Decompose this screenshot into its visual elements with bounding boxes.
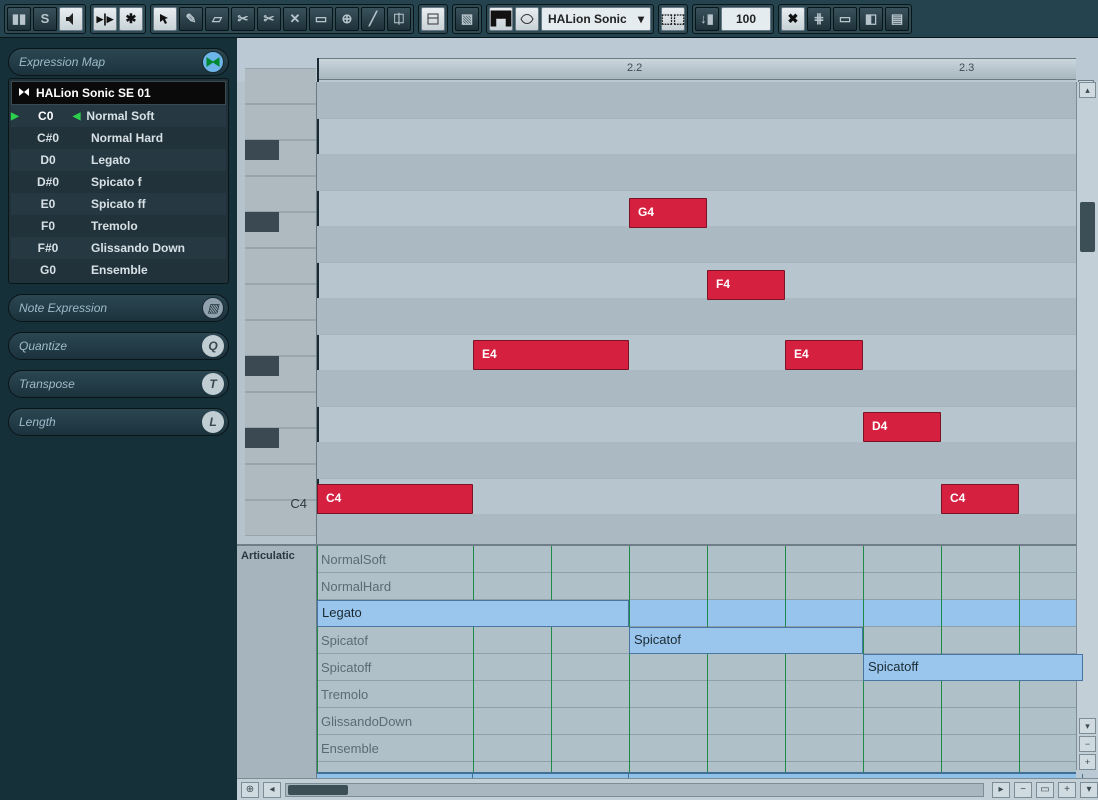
suspend-autoscroll-button[interactable]: ✱ — [119, 7, 143, 31]
articulation-row[interactable]: NormalHard — [317, 573, 1076, 600]
quantize-icon: Q — [202, 335, 224, 357]
horizontal-scrollbar[interactable]: ⊕ ◂ ▸ − ▭ + ▾ — [237, 778, 1098, 800]
midi-note[interactable]: C4 — [941, 484, 1019, 514]
articulation-row[interactable]: NormalSoft — [317, 546, 1076, 573]
transpose-icon: T — [202, 373, 224, 395]
scroll-down-button[interactable]: ▾ — [1079, 718, 1096, 734]
midi-note[interactable]: C4 — [317, 484, 473, 514]
length-icon: L — [202, 411, 224, 433]
mute-tool[interactable]: ✕ — [283, 7, 307, 31]
pointer-tool[interactable] — [153, 7, 177, 31]
erase-tool[interactable]: ▱ — [205, 7, 229, 31]
expression-map-title[interactable]: HALion Sonic SE 01 — [11, 81, 226, 105]
glue-tool[interactable]: ▭ — [309, 7, 333, 31]
insert-velocity-field[interactable]: 100 — [721, 7, 771, 31]
edit-active-part-button[interactable] — [515, 7, 539, 31]
ruler-mark: 2.2 — [627, 62, 642, 74]
articulation-lane: Articulatic NormalSoftNormalHardLegatoSp… — [237, 544, 1076, 786]
expression-map-row[interactable]: F#0Glissando Down — [11, 237, 226, 259]
acoustic-feedback-button[interactable] — [59, 7, 83, 31]
quantize-preset-button[interactable]: ▭ — [833, 7, 857, 31]
expression-map-header[interactable]: Expression Map — [8, 48, 229, 76]
midi-note[interactable]: F4 — [707, 270, 785, 300]
zoom-out-v-button[interactable]: − — [1079, 736, 1096, 752]
articulation-event[interactable]: Spicatof — [629, 627, 863, 654]
expression-map-row[interactable]: ▶C0◀Normal Soft — [11, 105, 226, 127]
insert-mode-button[interactable]: ⬚⬚ — [661, 7, 685, 31]
bowtie-icon[interactable] — [202, 51, 224, 73]
line-tool[interactable]: ╱ — [361, 7, 385, 31]
expression-map-row[interactable]: F0Tremolo — [11, 215, 226, 237]
split-tool[interactable]: ✂ — [257, 7, 281, 31]
piano-keyboard[interactable]: C4 — [237, 82, 317, 544]
auto-scroll-button[interactable]: ▸|▸ — [93, 7, 117, 31]
scroll-right-button[interactable]: ▸ — [992, 782, 1010, 798]
part-indicator[interactable]: ▛▜ — [489, 7, 513, 31]
show-info-button[interactable] — [421, 7, 445, 31]
midi-note[interactable]: E4 — [473, 340, 629, 370]
expression-map-row[interactable]: G0Ensemble — [11, 259, 226, 281]
zoom-out-h-button[interactable]: − — [1014, 782, 1032, 798]
inspector: Expression Map HALion Sonic SE 01 ▶C0◀No… — [0, 38, 237, 800]
note-expression-toggle[interactable]: ▧ — [455, 7, 479, 31]
ruler-mark: 2.3 — [959, 62, 974, 74]
scrub-button[interactable]: ⊕ — [241, 782, 259, 798]
zoom-in-h-button[interactable]: + — [1058, 782, 1076, 798]
expression-map-row[interactable]: D#0Spicato f — [11, 171, 226, 193]
ruler[interactable]: 2.2 2.3 — [317, 58, 1076, 80]
zoom-menu-button[interactable]: ▾ — [1080, 782, 1098, 798]
bowtie-icon — [18, 87, 30, 99]
snap-button[interactable]: ✖ — [781, 7, 805, 31]
articulation-event[interactable]: Legato — [317, 600, 629, 627]
zoom-slider[interactable]: ▭ — [1036, 782, 1054, 798]
midi-note[interactable]: D4 — [863, 412, 941, 442]
expression-map-row[interactable]: D0Legato — [11, 149, 226, 171]
scroll-thumb[interactable] — [288, 785, 348, 795]
note-expression-header[interactable]: Note Expression▧ — [8, 294, 229, 322]
key-editor: ▸ HALion Sonic SE 01 2.22.3 ▾ C4 C4E4G4F… — [237, 38, 1098, 800]
q-settings-button[interactable]: ▤ — [885, 7, 909, 31]
note-expression-icon: ▧ — [202, 297, 224, 319]
articulation-grid[interactable]: NormalSoftNormalHardLegatoSpicatofSpicat… — [317, 546, 1076, 786]
articulation-row[interactable]: Tremolo — [317, 681, 1076, 708]
transpose-header[interactable]: TransposeT — [8, 370, 229, 398]
articulation-event[interactable]: Spicatoff — [863, 654, 1083, 681]
articulation-lane-label: Articulatic — [241, 550, 295, 562]
keyboard-c4-label: C4 — [265, 496, 315, 511]
trim-tool[interactable]: ✂ — [231, 7, 255, 31]
quantize-header[interactable]: QuantizeQ — [8, 332, 229, 360]
expression-map-row[interactable]: E0Spicato ff — [11, 193, 226, 215]
scroll-thumb[interactable] — [1080, 202, 1095, 252]
articulation-row[interactable]: Ensemble — [317, 735, 1076, 762]
expression-map-row[interactable]: C#0Normal Hard — [11, 127, 226, 149]
toolbar: ▮▮ S ▸|▸ ✱ ✎ ▱ ✂ ✂ ✕ ▭ ⊕ ╱ ⎅ ▧ ▛▜ HALion… — [0, 0, 1098, 38]
scroll-up-button[interactable]: ▴ — [1079, 82, 1096, 98]
draw-tool[interactable]: ✎ — [179, 7, 203, 31]
expression-map-panel: Expression Map HALion Sonic SE 01 ▶C0◀No… — [8, 48, 229, 284]
instrument-name-field[interactable]: HALion Sonic▾ — [541, 7, 651, 31]
iterative-q-button[interactable]: ◧ — [859, 7, 883, 31]
snap-type-button[interactable]: ⋕ — [807, 7, 831, 31]
insert-velocity-icon[interactable]: ↓▮ — [695, 7, 719, 31]
articulation-row[interactable]: GlissandoDown — [317, 708, 1076, 735]
timewarp-tool[interactable]: ⎅ — [387, 7, 411, 31]
midi-note[interactable]: G4 — [629, 198, 707, 228]
solo-button[interactable]: S — [33, 7, 57, 31]
length-header[interactable]: LengthL — [8, 408, 229, 436]
zoom-tool[interactable]: ⊕ — [335, 7, 359, 31]
zoom-in-v-button[interactable]: + — [1079, 754, 1096, 770]
midi-note[interactable]: E4 — [785, 340, 863, 370]
solo-editor-button[interactable]: ▮▮ — [7, 7, 31, 31]
note-grid[interactable]: C4 E4 G4 F4 E4 D4 C4 — [317, 82, 1076, 544]
scroll-left-button[interactable]: ◂ — [263, 782, 281, 798]
